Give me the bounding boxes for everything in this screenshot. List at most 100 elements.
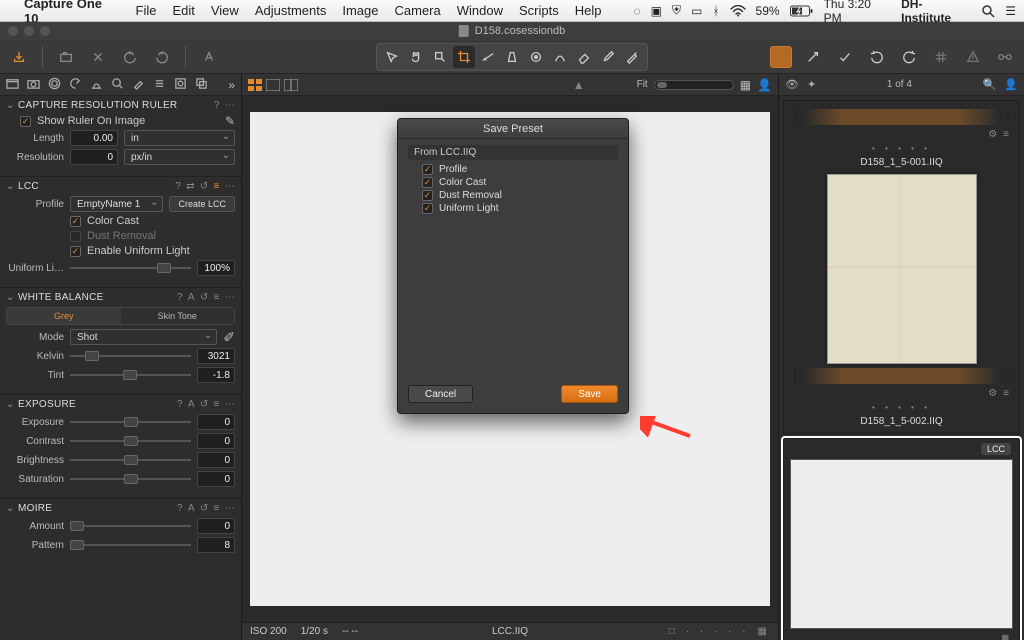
exposure-value[interactable]: 0 [197,414,235,430]
cursor-mask-draw-icon[interactable] [549,46,571,68]
export-arrow-icon[interactable] [802,46,824,68]
cursor-loupe-icon[interactable] [429,46,451,68]
menu-adjustments[interactable]: Adjustments [255,3,327,18]
viewer-user-icon[interactable]: 👤 [757,79,772,91]
menu-extra-app1-icon[interactable]: ◌ [633,4,640,18]
cursor-straighten-icon[interactable] [477,46,499,68]
tool-capture-icon[interactable] [55,46,77,68]
reset-icon[interactable]: ↺ [200,503,209,514]
length-input[interactable] [70,130,118,146]
tab-exposure-icon[interactable] [90,77,103,93]
view-split-icon[interactable] [284,79,298,91]
thumb-rating-dots[interactable]: • • • • • [788,403,1015,412]
view-primary-icon[interactable] [266,79,280,91]
resolution-unit-select[interactable]: px/in [124,149,235,165]
disclosure-icon[interactable]: ⌄ [6,503,14,514]
glasses-icon[interactable] [994,46,1016,68]
notification-center-icon[interactable]: ☰ [1005,4,1016,18]
disclosure-icon[interactable]: ⌄ [6,181,14,192]
preset-icon[interactable]: ≡ [214,292,220,303]
menu-extra-shield-icon[interactable]: ⛨ [672,3,681,18]
saturation-slider[interactable] [70,472,191,486]
status-rating-dots[interactable]: · · · · · [686,626,750,637]
browser-filter-icon[interactable]: ✦ [807,78,816,91]
cursor-hand-icon[interactable] [405,46,427,68]
copy-icon[interactable]: A [188,399,195,410]
zoom-slider[interactable] [654,80,734,90]
tab-chevron-icon[interactable]: » [228,79,235,91]
rotate-cw-icon[interactable] [898,46,920,68]
panel-toggle-left[interactable] [770,46,792,68]
browser-user-icon[interactable]: 👤 [1004,78,1018,91]
reset-icon[interactable]: ↺ [200,292,209,303]
thumbnail-card[interactable]: ⚙≡ • • • • • D158_1_5-001.IIQ ⚙≡ • • • •… [783,100,1020,434]
tab-library-icon[interactable] [6,77,19,93]
bluetooth-icon[interactable]: ᚼ [712,4,719,18]
help-icon[interactable]: ? [177,399,183,410]
menu-scripts[interactable]: Scripts [519,3,559,18]
moire-pattern-value[interactable]: 8 [197,537,235,553]
tint-slider[interactable] [70,368,191,382]
preset-profile-checkbox[interactable] [422,164,433,175]
thumb-gear-icon[interactable]: ⚙ [988,129,997,140]
browser-eye-icon[interactable]: 👁 [785,78,799,91]
eyedropper-icon[interactable]: ✐ [223,330,235,344]
menu-extra-display-icon[interactable]: ▭ [691,4,702,18]
help-icon[interactable]: ? [177,503,183,514]
length-unit-select[interactable]: in [124,130,235,146]
preset-icon[interactable]: ≡ [214,399,220,410]
cursor-keystone-icon[interactable] [501,46,523,68]
menu-file[interactable]: File [136,3,157,18]
thumb-menu-icon[interactable]: ≡ [1003,129,1009,140]
preset-colorcast-checkbox[interactable] [422,177,433,188]
kelvin-value[interactable]: 3021 [197,348,235,364]
clock[interactable]: Thu 3:20 PM [824,0,892,25]
browser-search-icon[interactable]: 🔍 [983,78,997,91]
preset-dust-checkbox[interactable] [422,190,433,201]
disclosure-icon[interactable]: ⌄ [6,100,14,111]
thumbnail-card-selected[interactable]: LCC ▦ • • • • • LCC.IIQ [783,438,1020,640]
status-label-icon[interactable]: ▦ [758,626,770,637]
cursor-spot-icon[interactable] [525,46,547,68]
menu-icon[interactable]: ⋯ [225,292,235,303]
tab-lens-icon[interactable] [48,77,61,93]
import-icon[interactable] [8,46,30,68]
wifi-icon[interactable] [730,5,746,17]
menu-icon[interactable]: ⋯ [225,399,235,410]
wb-tab-skin[interactable]: Skin Tone [121,308,235,324]
tab-metadata-icon[interactable] [153,77,166,93]
user-menu[interactable]: DH-Instiitute [901,0,971,25]
preset-uniform-checkbox[interactable] [422,203,433,214]
copy-icon[interactable]: A [188,503,195,514]
proof-profile-icon[interactable]: ▦ [740,79,751,91]
uniform-light-value[interactable]: 100% [197,260,235,276]
cursor-picker-icon[interactable] [597,46,619,68]
save-button[interactable]: Save [561,385,618,403]
menu-help[interactable]: Help [575,3,602,18]
tool-delete-icon[interactable] [87,46,109,68]
saturation-value[interactable]: 0 [197,471,235,487]
mode-select[interactable]: Shot [70,329,217,345]
preset-icon[interactable]: ≡ [214,503,220,514]
moire-pattern-slider[interactable] [70,538,191,552]
warning-icon[interactable] [962,46,984,68]
cursor-adjust-icon[interactable] [621,46,643,68]
lcc-colorcast-checkbox[interactable] [70,216,81,227]
menu-window[interactable]: Window [457,3,503,18]
lcc-uniform-checkbox[interactable] [70,246,81,257]
tab-output-icon[interactable] [174,77,187,93]
menu-edit[interactable]: Edit [172,3,194,18]
tab-color-icon[interactable] [69,77,82,93]
spotlight-icon[interactable] [981,4,995,18]
create-lcc-button[interactable]: Create LCC [169,196,235,212]
tab-batch-icon[interactable] [195,77,208,93]
reset-icon[interactable]: ↺ [200,181,209,192]
menu-extra-app2-icon[interactable]: ▣ [651,4,662,18]
menu-icon[interactable]: ⋯ [225,503,235,514]
battery-percent[interactable]: 59% [756,4,780,18]
tool-undo-icon[interactable] [119,46,141,68]
thumb-rating-dots[interactable]: • • • • • [788,144,1015,153]
process-check-icon[interactable] [834,46,856,68]
disclosure-icon[interactable]: ⌄ [6,399,14,410]
moire-amount-value[interactable]: 0 [197,518,235,534]
